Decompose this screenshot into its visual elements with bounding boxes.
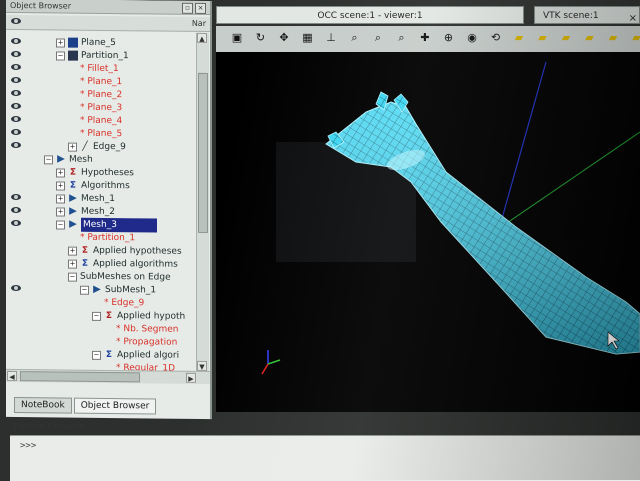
fit-selection-icon[interactable]: ▦	[301, 31, 315, 45]
mesh-icon: ▶	[68, 220, 78, 230]
expand-icon[interactable]: +	[56, 168, 65, 177]
top-view-icon[interactable]: ▰	[559, 31, 573, 45]
rotate-icon[interactable]: ↻	[254, 31, 268, 45]
visibility-eye-icon[interactable]	[11, 142, 21, 148]
visibility-eye-icon[interactable]	[11, 129, 21, 135]
collapse-icon[interactable]: −	[92, 312, 101, 321]
global-pan-icon[interactable]: ✚	[418, 31, 432, 45]
mesh-icon: ▶	[68, 207, 78, 217]
scroll-right-arrow-icon[interactable]: ▶	[186, 373, 196, 383]
tab-vtk-viewer-label: VTK scene:1	[543, 11, 599, 21]
left-view-icon[interactable]: ▰	[606, 31, 620, 45]
algorithm-icon: Σ	[104, 350, 114, 360]
mesh-icon: ▶	[56, 154, 66, 164]
expand-icon[interactable]: +	[56, 194, 65, 203]
fit-all-icon[interactable]: ⌕	[395, 31, 409, 45]
horizontal-scroll-thumb[interactable]	[20, 371, 140, 382]
clipping-icon[interactable]: ◉	[465, 31, 479, 45]
tab-object-browser[interactable]: Object Browser	[74, 398, 157, 415]
hypothesis-icon: Σ	[68, 168, 78, 178]
visibility-column-eye-icon	[11, 18, 21, 24]
expand-icon[interactable]: +	[68, 260, 77, 269]
visibility-eye-icon[interactable]	[11, 285, 21, 291]
visibility-eye-icon[interactable]	[11, 38, 21, 44]
expand-icon[interactable]: +	[68, 247, 77, 256]
collapse-icon[interactable]: −	[92, 351, 101, 360]
vertical-scroll-thumb[interactable]	[198, 73, 208, 233]
axis-trihedron-icon	[262, 350, 280, 374]
vtk-3d-viewport[interactable]	[216, 52, 640, 412]
mesh-render	[216, 52, 640, 412]
pan-icon[interactable]: ✥	[277, 31, 291, 45]
collapse-icon[interactable]: −	[56, 51, 65, 60]
tab-notebook[interactable]: NoteBook	[14, 397, 72, 414]
python-console[interactable]: >>>	[10, 435, 640, 481]
python-console-label: Python Console	[14, 422, 84, 432]
object-browser-panel: Object Browser ▫ × Nar +Plane_5−Partitio…	[6, 0, 212, 419]
object-browser-title-text: Object Browser	[10, 1, 71, 11]
tree-horizontal-scrollbar[interactable]: ◀ ▶	[6, 369, 210, 384]
expand-icon[interactable]: +	[56, 207, 65, 216]
close-panel-button[interactable]: ×	[195, 3, 206, 14]
reset-view-icon[interactable]: ⟲	[489, 31, 503, 45]
tree-vertical-scrollbar[interactable]: ▲ ▼	[196, 33, 209, 371]
visibility-eye-icon[interactable]	[11, 194, 21, 200]
visibility-eye-icon[interactable]	[11, 116, 21, 122]
bottom-view-icon[interactable]: ▰	[583, 31, 597, 45]
viewer-tab-bar: OCC scene:1 - viewer:1 VTK scene:1 ×	[216, 6, 640, 24]
front-view-icon[interactable]: ▰	[512, 31, 526, 45]
scroll-down-arrow-icon[interactable]: ▼	[197, 361, 207, 371]
collapse-icon[interactable]: −	[44, 155, 53, 164]
browser-bottom-tabs: NoteBook Object Browser	[14, 397, 156, 414]
expand-icon[interactable]: +	[56, 181, 65, 190]
dump-view-icon[interactable]: ▣	[230, 31, 244, 45]
right-view-icon[interactable]: ▰	[630, 31, 640, 45]
visibility-eye-icon[interactable]	[11, 64, 21, 70]
console-prompt: >>>	[20, 441, 36, 451]
collapse-icon[interactable]: −	[68, 273, 77, 282]
edge-icon: ╱	[80, 142, 90, 152]
plane-icon	[68, 38, 78, 48]
mesh-icon: ▶	[68, 194, 78, 204]
expand-icon[interactable]: +	[68, 143, 77, 152]
visibility-eye-icon[interactable]	[11, 90, 21, 96]
tab-vtk-viewer[interactable]: VTK scene:1 ×	[534, 6, 640, 24]
visibility-eye-icon[interactable]	[11, 51, 21, 57]
algorithm-icon: Σ	[80, 259, 90, 269]
object-tree[interactable]: +Plane_5−Partition_1* Fillet_1* Plane_1*…	[6, 31, 196, 371]
float-panel-button[interactable]: ▫	[182, 3, 193, 14]
object-browser-title: Object Browser ▫ ×	[6, 0, 210, 15]
viewer-toolbar: ▣ ↻ ✥ ▦ ⊥ ⌕ ⌕ ⌕ ✚ ⊕ ◉ ⟲ ▰ ▰ ▰ ▰ ▰ ▰	[216, 26, 640, 53]
hypothesis-icon: Σ	[104, 311, 114, 321]
zoom-window-icon[interactable]: ⌕	[371, 31, 385, 45]
algorithm-icon: Σ	[68, 181, 78, 191]
visibility-eye-icon[interactable]	[11, 103, 21, 109]
tab-occ-viewer[interactable]: OCC scene:1 - viewer:1	[216, 6, 524, 24]
zoom-icon[interactable]: ⌕	[348, 31, 362, 45]
z-axis-line	[501, 62, 546, 222]
scroll-up-arrow-icon[interactable]: ▲	[197, 33, 207, 43]
visibility-eye-icon[interactable]	[11, 207, 21, 213]
collapse-icon[interactable]: −	[56, 220, 65, 229]
mesh-icon: ▶	[92, 285, 102, 295]
scroll-left-arrow-icon[interactable]: ◀	[7, 371, 17, 381]
tree-column-header: Nar	[6, 15, 210, 32]
visibility-eye-icon[interactable]	[11, 77, 21, 83]
back-view-icon[interactable]: ▰	[536, 31, 550, 45]
expand-icon[interactable]: +	[56, 38, 65, 47]
name-column-header[interactable]: Nar	[192, 19, 206, 28]
rotation-point-icon[interactable]: ⊕	[442, 31, 456, 45]
hypothesis-icon: Σ	[80, 246, 90, 256]
partition-icon	[68, 51, 78, 61]
visibility-eye-icon[interactable]	[11, 220, 21, 226]
collapse-icon[interactable]: −	[80, 286, 89, 295]
axes-icon[interactable]: ⊥	[324, 31, 338, 45]
